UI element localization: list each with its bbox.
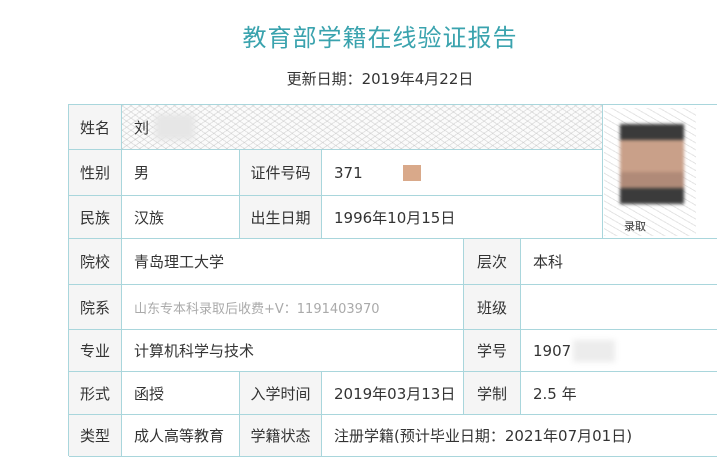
name-value: 刘 [122, 105, 603, 150]
birth-date-label: 出生日期 [240, 196, 322, 239]
student-id-text: 1907 [533, 341, 572, 360]
major-value: 计算机科学与技术 [122, 330, 464, 372]
type-label: 类型 [69, 415, 122, 457]
ethnicity-value: 汉族 [122, 196, 240, 239]
class-value [521, 285, 717, 330]
school-value: 青岛理工大学 [122, 239, 464, 285]
name-text: 刘 [134, 118, 150, 137]
student-id-label: 学号 [464, 330, 521, 372]
birth-date-value: 1996年10月15日 [322, 196, 603, 239]
photo-portrait [620, 124, 684, 204]
department-value: 山东专本科录取后收费+V：1191403970 [122, 285, 464, 330]
id-number-label: 证件号码 [240, 150, 322, 196]
update-date: 更新日期：2019年4月22日 [286, 70, 474, 88]
status-label: 学籍状态 [240, 415, 322, 457]
department-label: 院系 [69, 285, 122, 330]
gender-label: 性别 [69, 150, 122, 196]
duration-value: 2.5 年 [521, 372, 717, 415]
form-label: 形式 [69, 372, 122, 415]
level-value: 本科 [521, 239, 717, 285]
major-label: 专业 [69, 330, 122, 372]
student-id-value: 1907 [521, 330, 717, 372]
type-value: 成人高等教育 [122, 415, 240, 457]
id-number-text: 371 [334, 163, 363, 182]
duration-label: 学制 [464, 372, 521, 415]
status-value: 注册学籍(预计毕业日期：2021年07月01日) [322, 415, 717, 457]
gender-value: 男 [122, 150, 240, 196]
school-label: 院校 [69, 239, 122, 285]
photo-caption: 录取 [624, 220, 646, 233]
enroll-date-value: 2019年03月13日 [322, 372, 464, 415]
student-id-redaction [573, 339, 616, 362]
report-title: 教育部学籍在线验证报告 [242, 24, 518, 52]
class-label: 班级 [464, 285, 521, 330]
enroll-date-label: 入学时间 [240, 372, 322, 415]
name-redaction [155, 114, 196, 140]
ethnicity-label: 民族 [69, 196, 122, 239]
level-label: 层次 [464, 239, 521, 285]
id-redaction [402, 164, 421, 181]
id-number-value: 371 [322, 150, 603, 196]
name-label: 姓名 [69, 105, 122, 150]
student-photo: 录取 [604, 108, 696, 236]
form-value: 函授 [122, 372, 240, 415]
